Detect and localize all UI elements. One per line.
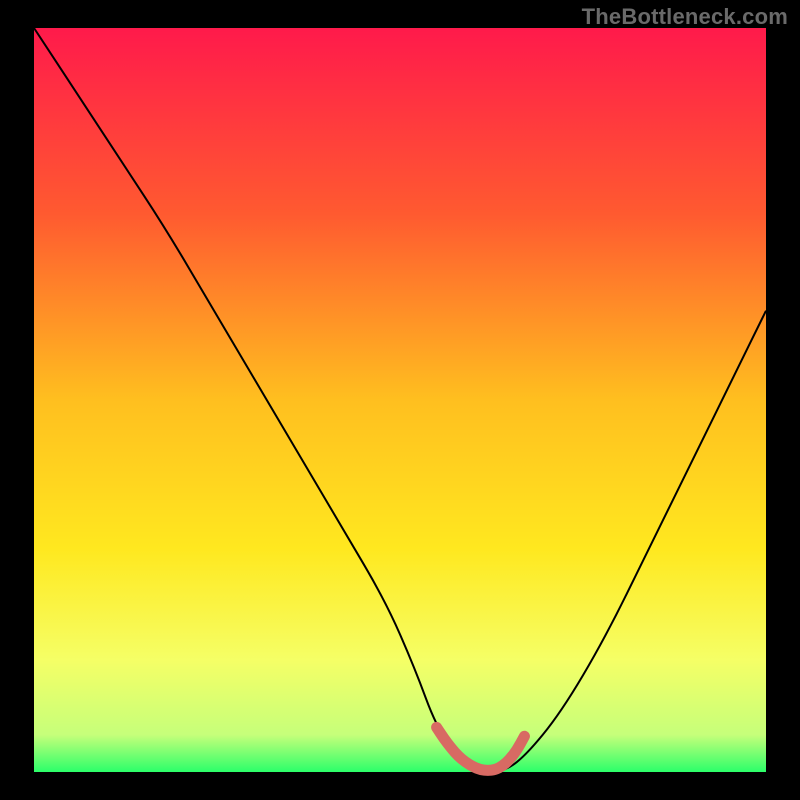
chart-frame: TheBottleneck.com — [0, 0, 800, 800]
gradient-background — [34, 28, 766, 772]
chart-canvas — [0, 0, 800, 800]
watermark-text: TheBottleneck.com — [582, 4, 788, 30]
